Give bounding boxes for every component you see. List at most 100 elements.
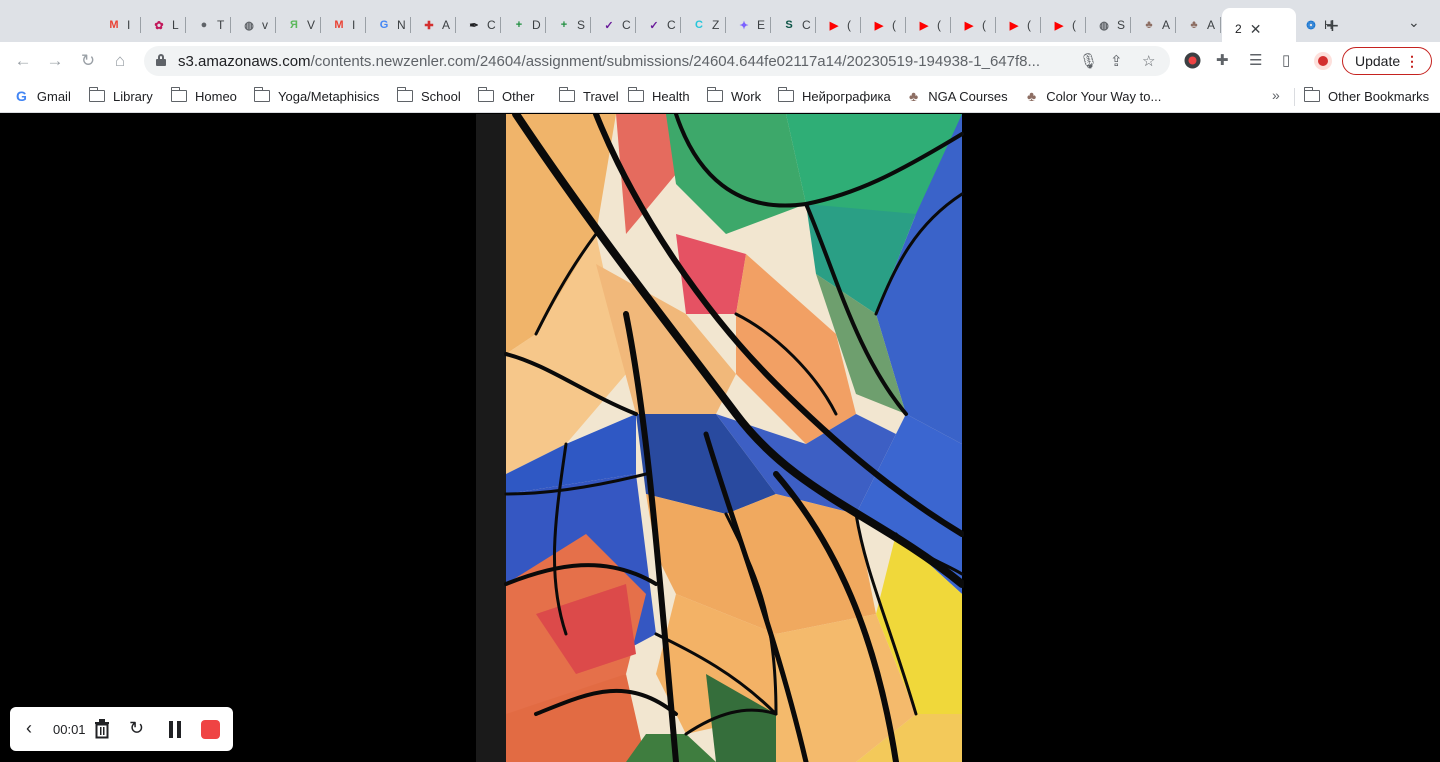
- purple-check-icon: ✓: [604, 19, 614, 32]
- home-button[interactable]: ⌂: [109, 50, 131, 72]
- other-bookmarks-folder[interactable]: Other Bookmarks: [1303, 86, 1429, 106]
- browser-tab[interactable]: MI: [96, 8, 141, 42]
- update-button[interactable]: Update ⋮: [1342, 47, 1432, 75]
- youtube-icon: ▶: [829, 19, 839, 32]
- tab-title: C: [667, 18, 676, 32]
- browser-tab[interactable]: + S: [546, 8, 591, 42]
- bookmark-label: Work: [731, 88, 762, 104]
- chevron-left-icon[interactable]: ‹: [26, 718, 32, 739]
- tab-title: S: [1117, 18, 1126, 32]
- browser-tab[interactable]: ♣ A: [1176, 8, 1221, 42]
- browser-tab[interactable]: ✿ L: [141, 8, 186, 42]
- google-icon: G: [379, 19, 389, 31]
- redcross-icon: ✚: [424, 19, 434, 32]
- bookmark-star-icon[interactable]: ☆: [1142, 52, 1155, 70]
- bookmark-item[interactable]: Work: [706, 86, 762, 106]
- globe-icon: ◍: [1099, 19, 1109, 32]
- bookmark-item[interactable]: Travel: [558, 86, 619, 106]
- bookmark-item[interactable]: Homeo: [170, 86, 237, 106]
- bookmark-label: Homeo: [195, 88, 237, 104]
- browser-tab[interactable]: ▶(: [906, 8, 951, 42]
- trash-icon[interactable]: [93, 719, 111, 744]
- pause-icon[interactable]: [169, 721, 173, 738]
- bookmark-item[interactable]: School: [396, 86, 461, 106]
- browser-tab[interactable]: ▶(: [861, 8, 906, 42]
- youtube-icon: ▶: [919, 19, 929, 32]
- globe-icon: ◍: [244, 19, 254, 32]
- browser-tab[interactable]: SC: [771, 8, 816, 42]
- bookmark-item[interactable]: Нейрографика: [777, 86, 891, 106]
- browser-tab[interactable]: ЯV: [276, 8, 321, 42]
- bookmark-item[interactable]: ♣ Color Your Way to...: [1027, 86, 1161, 106]
- url-text[interactable]: s3.amazonaws.com/contents.newzenler.com/…: [178, 53, 1066, 70]
- bookmark-item[interactable]: G Gmail: [16, 86, 71, 106]
- lock-icon[interactable]: [156, 54, 166, 66]
- browser-tab[interactable]: ✒ C: [456, 8, 501, 42]
- browser-tab[interactable]: ♣ A: [1131, 8, 1176, 42]
- browser-tab[interactable]: ✚ A: [411, 8, 456, 42]
- bookmark-item[interactable]: Library: [88, 86, 153, 106]
- tab-title: (: [1072, 18, 1076, 32]
- url-host: s3.amazonaws.com: [178, 53, 311, 70]
- tab-title: C: [622, 18, 631, 32]
- browser-tab[interactable]: MI: [321, 8, 366, 42]
- reload-button[interactable]: ↻: [77, 50, 99, 72]
- bookmark-label: Other: [502, 88, 535, 104]
- record-extension-icon[interactable]: [1184, 52, 1201, 73]
- browser-tab[interactable]: ◍ v: [231, 8, 276, 42]
- browser-tab[interactable]: ✓ C: [636, 8, 681, 42]
- browser-tab[interactable]: ▶(: [996, 8, 1041, 42]
- more-bookmarks-chevron-icon[interactable]: »: [1272, 87, 1280, 103]
- bookmark-item[interactable]: Health: [627, 86, 690, 106]
- translate-icon: Я: [290, 19, 298, 31]
- reading-list-icon[interactable]: ☰: [1249, 51, 1262, 69]
- google-icon: G: [16, 88, 27, 104]
- bookmark-item[interactable]: Other: [477, 86, 535, 106]
- bookmark-label: Travel: [583, 88, 619, 104]
- youtube-icon: ▶: [874, 19, 884, 32]
- folder-icon: [627, 87, 644, 102]
- browser-tab[interactable]: GN: [366, 8, 411, 42]
- green-plus-icon: +: [560, 19, 568, 31]
- tab-title: v: [262, 18, 268, 32]
- bookmarks-divider: [1294, 88, 1295, 106]
- browser-tab[interactable]: ▶(: [951, 8, 996, 42]
- browser-tab[interactable]: ▶(: [1041, 8, 1086, 42]
- circle-icon: ●: [200, 19, 208, 31]
- youtube-icon: ▶: [964, 19, 974, 32]
- pause-icon-bar[interactable]: [177, 721, 181, 738]
- browser-toolbar: ← → ↻ ⌂ s3.amazonaws.com/contents.newzen…: [0, 42, 1440, 80]
- tab-title: (: [937, 18, 941, 32]
- share-icon[interactable]: ⇪: [1110, 52, 1123, 70]
- browser-tab[interactable]: ✦ E: [726, 8, 771, 42]
- folder-icon: [777, 87, 794, 102]
- browser-tab[interactable]: ● T: [186, 8, 231, 42]
- lotus-icon: ✿: [154, 19, 164, 32]
- profile-avatar-icon[interactable]: [1313, 51, 1333, 75]
- green-plus-icon: +: [515, 19, 523, 31]
- browser-tab[interactable]: ▶(: [816, 8, 861, 42]
- close-tab-icon[interactable]: ✕: [1250, 21, 1262, 38]
- microphone-icon[interactable]: 🎙: [1079, 52, 1098, 70]
- tab-search-chevron-icon[interactable]: ⌄: [1408, 14, 1420, 31]
- browser-tab[interactable]: ✓ C: [591, 8, 636, 42]
- address-bar[interactable]: s3.amazonaws.com/contents.newzenler.com/…: [144, 46, 1170, 76]
- side-panel-icon[interactable]: ▯: [1282, 51, 1290, 69]
- recording-timer: 00:01: [53, 722, 86, 737]
- tab-title: D: [532, 18, 541, 32]
- extensions-puzzle-icon[interactable]: ✚: [1216, 51, 1229, 69]
- browser-tab[interactable]: ❂ H: [1293, 8, 1338, 42]
- restart-icon[interactable]: ↻: [129, 718, 144, 739]
- browser-tab[interactable]: ◍ S: [1086, 8, 1131, 42]
- browser-tab[interactable]: + D: [501, 8, 546, 42]
- bookmark-item[interactable]: ♣ NGA Courses: [909, 86, 1008, 106]
- browser-tab[interactable]: CZ: [681, 8, 726, 42]
- youtube-icon: ▶: [1054, 19, 1064, 32]
- browser-menu-icon[interactable]: ⋮: [1405, 53, 1419, 70]
- back-button[interactable]: ←: [12, 50, 34, 72]
- bookmark-item[interactable]: Yoga/Metaphisics: [253, 86, 379, 106]
- stop-recording-button[interactable]: [201, 720, 220, 739]
- forward-button[interactable]: →: [44, 50, 66, 72]
- folder-icon: [253, 87, 270, 102]
- bookmark-label: Health: [652, 88, 690, 104]
